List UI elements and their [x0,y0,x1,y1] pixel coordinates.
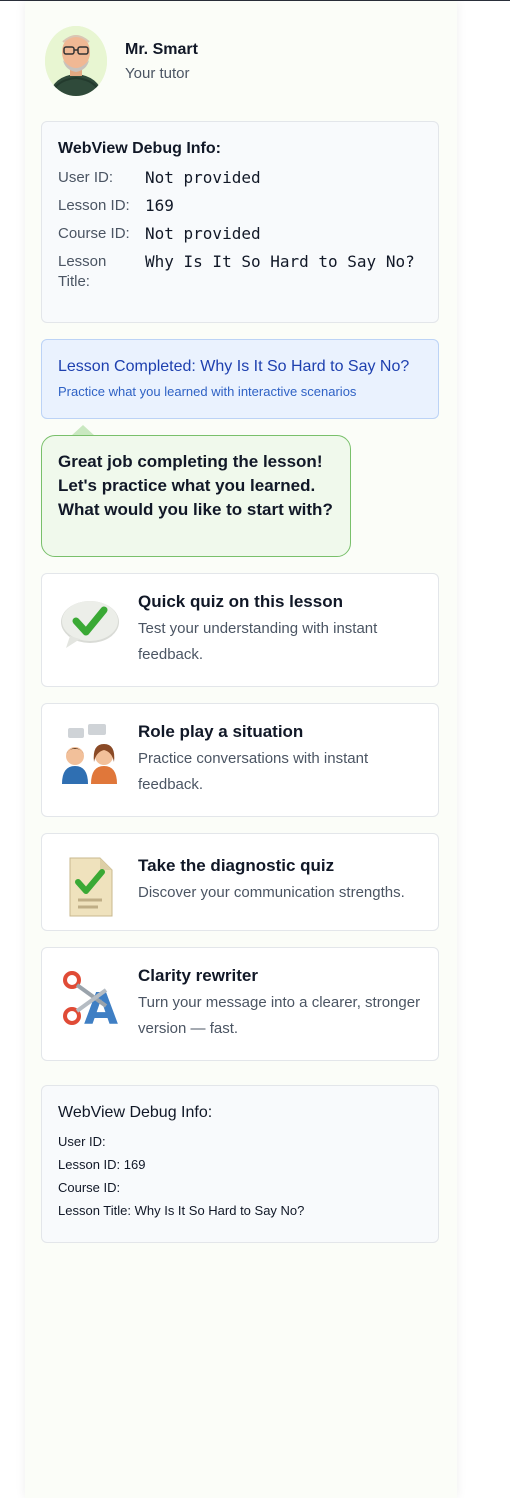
option-diagnostic-quiz[interactable]: Take the diagnostic quiz Discover your c… [41,833,439,931]
debug-label: Course ID: [58,225,130,242]
debug-value: 169 [145,196,174,215]
option-description: Practice conversations with instant feed… [138,750,369,793]
debug-footer-user-id: User ID: [58,1134,106,1149]
tutor-role: Your tutor [125,64,190,82]
scissors-letter-icon: A [58,966,122,1060]
debug-value: Not provided [145,168,261,187]
debug-row-lesson-title: Lesson Title: Why Is It So Hard to Say N… [58,252,422,292]
debug-value: Why Is It So Hard to Say No? [145,252,415,271]
debug-footer-lesson-title: Lesson Title: Why Is It So Hard to Say N… [58,1203,305,1218]
debug-row-lesson-id: Lesson ID: 169 [58,196,422,216]
tutor-avatar [45,26,107,96]
debug-info-panel: WebView Debug Info: User ID: Not provide… [41,121,439,323]
option-clarity-rewriter[interactable]: A Clarity rewriter Turn your message int… [41,947,439,1061]
two-people-chat-icon [58,722,122,816]
option-role-play[interactable]: Role play a situation Practice conversat… [41,703,439,817]
lesson-completed-banner: Lesson Completed: Why Is It So Hard to S… [41,339,439,419]
option-title: Take the diagnostic quiz [138,856,335,875]
tutor-header: Mr. Smart Your tutor [45,25,198,97]
debug-value: Not provided [145,224,261,243]
option-title: Role play a situation [138,722,304,741]
lesson-banner-title: Lesson Completed: Why Is It So Hard to S… [58,358,410,375]
svg-text:A: A [84,984,118,1030]
option-title: Clarity rewriter [138,966,258,985]
option-description: Turn your message into a clearer, strong… [138,994,421,1037]
option-description: Test your understanding with instant fee… [138,620,378,663]
debug-row-course-id: Course ID: Not provided [58,224,422,244]
speech-bubble-check-icon [58,592,122,686]
option-description: Discover your communication strengths. [138,884,405,901]
lesson-banner-subtitle: Practice what you learned with interacti… [58,384,357,399]
tutor-message-bubble: Great job completing the lesson! Let's p… [41,435,351,557]
debug-footer-title: WebView Debug Info: [58,1104,213,1121]
option-title: Quick quiz on this lesson [138,592,343,611]
document-check-icon [58,856,122,930]
debug-title: WebView Debug Info: [58,140,221,157]
debug-footer-course-id: Course ID: [58,1180,121,1195]
debug-footer-lesson-id: Lesson ID: 169 [58,1157,146,1172]
chat-panel: Mr. Smart Your tutor WebView Debug Info:… [25,1,457,1498]
debug-label: Lesson ID: [58,197,130,214]
debug-row-user-id: User ID: Not provided [58,168,422,188]
tutor-name: Mr. Smart [125,40,198,58]
option-quick-quiz[interactable]: Quick quiz on this lesson Test your unde… [41,573,439,687]
debug-info-footer: WebView Debug Info: User ID: Lesson ID: … [41,1085,439,1243]
debug-label: Lesson Title: [58,253,107,290]
debug-label: User ID: [58,169,114,186]
